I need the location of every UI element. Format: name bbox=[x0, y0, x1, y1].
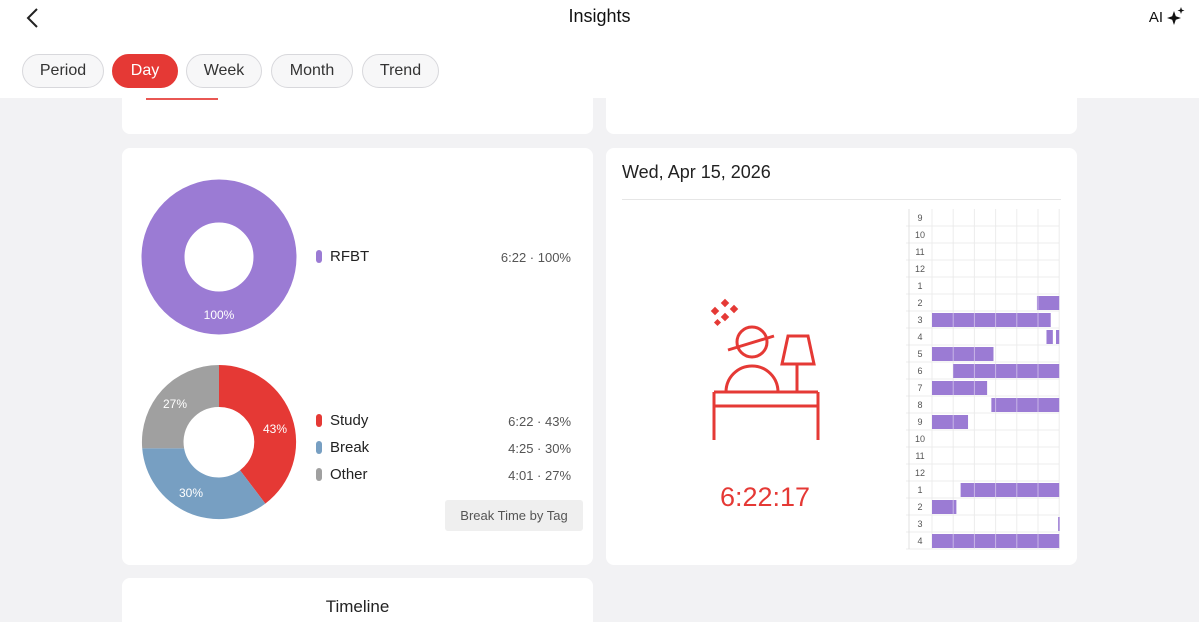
session-block bbox=[932, 415, 969, 429]
session-block bbox=[960, 483, 1060, 497]
tag-slice-label-break: 30% bbox=[179, 486, 203, 500]
hour-label: 4 bbox=[917, 332, 922, 342]
timeline-title: Timeline bbox=[325, 597, 390, 616]
legend-label: Study bbox=[330, 412, 369, 429]
project-donut: 100% bbox=[141, 179, 297, 335]
legend-label: Other bbox=[330, 466, 368, 483]
session-block bbox=[1036, 296, 1060, 310]
hour-label: 1 bbox=[917, 281, 922, 291]
legend-swatch bbox=[316, 468, 322, 481]
tab-month[interactable]: Month bbox=[271, 54, 353, 88]
sparkle-icon bbox=[1167, 7, 1185, 25]
hour-label: 8 bbox=[917, 400, 922, 410]
legend-swatch bbox=[316, 441, 322, 454]
hour-label: 2 bbox=[917, 298, 922, 308]
hour-label: 11 bbox=[915, 451, 924, 461]
project-slice-label: 100% bbox=[204, 308, 235, 322]
legend-value: 4:25 · 30% bbox=[508, 441, 571, 456]
day-date: Wed, Apr 15, 2026 bbox=[622, 162, 771, 182]
tab-day[interactable]: Day bbox=[112, 54, 178, 88]
previous-card-right bbox=[606, 98, 1077, 134]
top-bar: Insights AI bbox=[0, 0, 1199, 44]
session-block bbox=[932, 347, 994, 361]
tag-donut: 43% 30% 27% bbox=[141, 364, 297, 520]
session-block bbox=[932, 381, 988, 395]
legend-item-break: Break bbox=[316, 439, 369, 456]
distribution-charts: 100% 43% 30% 27% bbox=[141, 179, 297, 520]
hour-label: 11 bbox=[915, 247, 924, 257]
legend-value: 6:22 · 100% bbox=[500, 250, 571, 265]
previous-card-left bbox=[122, 98, 593, 134]
tab-week[interactable]: Week bbox=[186, 54, 262, 88]
ai-button[interactable]: AI bbox=[1149, 4, 1185, 30]
session-block bbox=[1056, 330, 1060, 344]
ai-label: AI bbox=[1148, 8, 1163, 26]
hour-label: 6 bbox=[917, 366, 922, 376]
hour-label: 5 bbox=[917, 349, 922, 359]
studying-person-icon bbox=[710, 298, 820, 440]
hour-label: 3 bbox=[917, 315, 922, 325]
tab-period[interactable]: Period bbox=[22, 54, 104, 88]
legend-value: 6:22 · 43% bbox=[508, 414, 571, 429]
session-block bbox=[1058, 517, 1060, 531]
period-tabs: Period Day Week Month Trend bbox=[0, 44, 1199, 98]
hour-label: 7 bbox=[917, 383, 922, 393]
legend-label: RFBT bbox=[330, 248, 370, 265]
hour-label: 2 bbox=[917, 502, 922, 512]
hour-label: 12 bbox=[915, 468, 925, 478]
divider bbox=[622, 199, 1061, 200]
hour-label: 9 bbox=[917, 417, 922, 427]
focus-duration: 6:22:17 bbox=[719, 482, 811, 512]
tag-slice-label-study: 43% bbox=[263, 422, 287, 436]
legend-item-study: Study bbox=[316, 412, 368, 429]
progress-fragment bbox=[146, 98, 218, 100]
legend-swatch bbox=[316, 414, 322, 427]
page-title: Insights bbox=[568, 6, 631, 26]
hour-label: 10 bbox=[915, 230, 925, 240]
legend-item-rfbt: RFBT bbox=[316, 248, 369, 265]
hour-label: 12 bbox=[915, 264, 925, 274]
legend-label: Break bbox=[330, 439, 370, 456]
hour-label: 10 bbox=[915, 434, 925, 444]
legend-value: 4:01 · 27% bbox=[508, 468, 571, 483]
hour-label: 3 bbox=[917, 519, 922, 529]
hourly-activity-grid: 91011121234567891011121234 bbox=[906, 209, 1060, 550]
break-time-by-tag-button[interactable]: Break Time by Tag bbox=[445, 500, 583, 531]
hour-label: 9 bbox=[917, 213, 922, 223]
tag-slice-break bbox=[142, 448, 266, 520]
project-slice-rfbt bbox=[141, 179, 297, 335]
legend-swatch bbox=[316, 250, 322, 263]
legend-item-other: Other bbox=[316, 466, 368, 483]
hour-label: 1 bbox=[917, 485, 922, 495]
session-block bbox=[953, 364, 1060, 378]
hour-label: 4 bbox=[917, 536, 922, 546]
session-block bbox=[991, 398, 1060, 412]
tag-slice-label-other: 27% bbox=[163, 397, 187, 411]
tab-trend[interactable]: Trend bbox=[362, 54, 439, 88]
session-block bbox=[932, 313, 1051, 327]
session-block bbox=[1046, 330, 1053, 344]
